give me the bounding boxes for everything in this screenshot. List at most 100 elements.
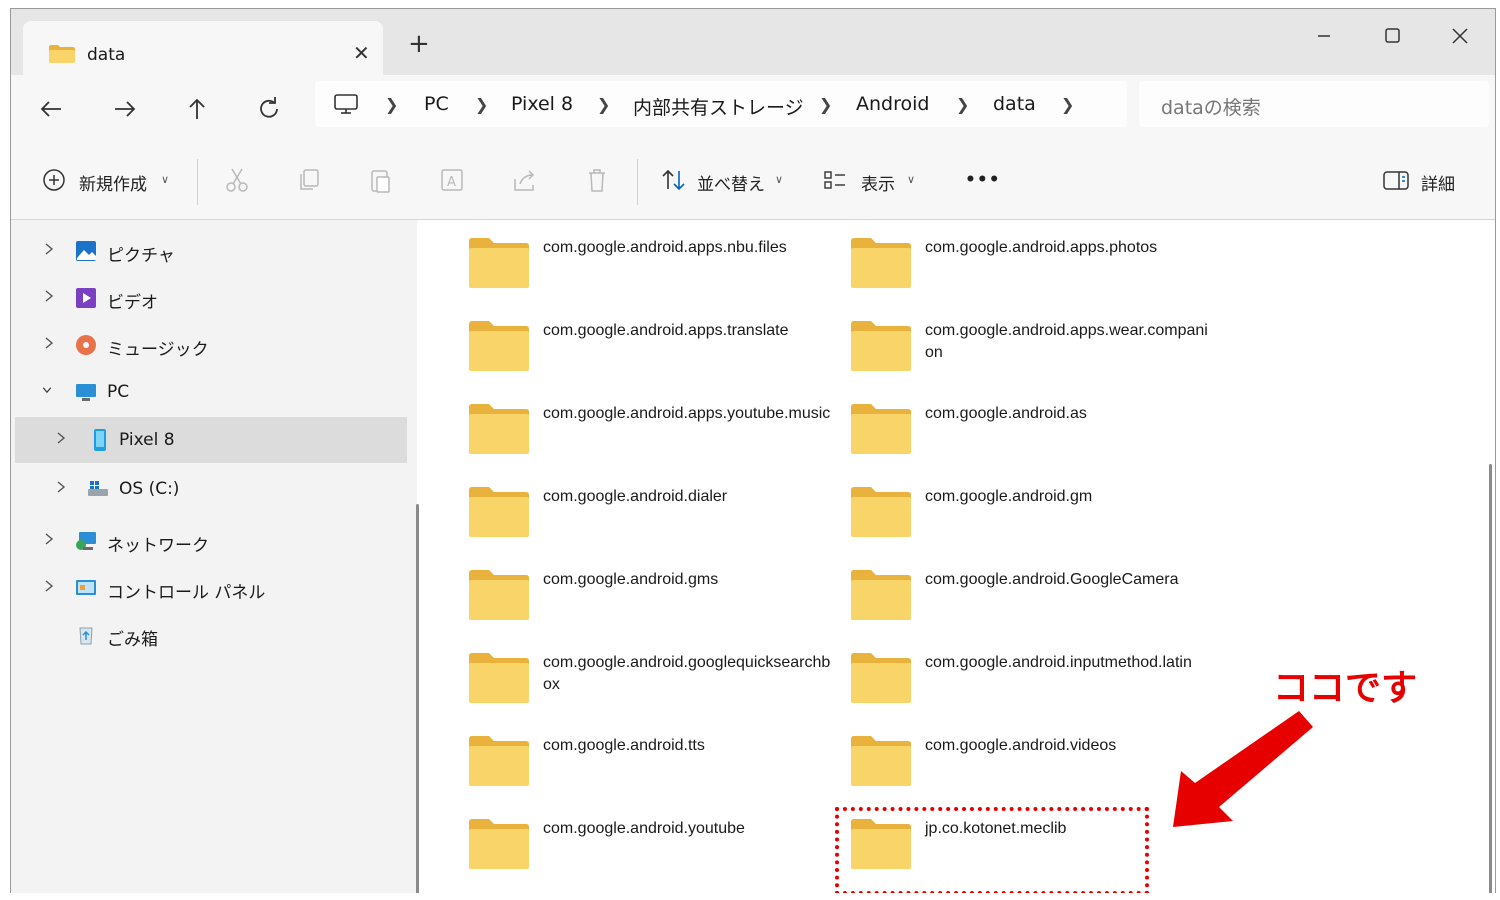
sidebar-item-music[interactable]: ミュージック bbox=[11, 322, 403, 368]
svg-text:A: A bbox=[447, 175, 456, 190]
control-panel-icon bbox=[76, 580, 96, 595]
sidebar-item-os-drive[interactable]: OS (C:) bbox=[11, 466, 403, 512]
folder-item[interactable]: com.google.android.GoogleCamera bbox=[849, 567, 1219, 637]
folder-icon bbox=[851, 238, 911, 288]
sidebar-item-label: ピクチャ bbox=[107, 246, 175, 266]
sidebar-item-pixel8[interactable]: Pixel 8 bbox=[15, 417, 407, 463]
divider bbox=[197, 159, 198, 205]
view-icon[interactable] bbox=[821, 165, 851, 195]
close-window-icon[interactable] bbox=[1440, 21, 1480, 51]
delete-icon[interactable] bbox=[583, 165, 611, 195]
sidebar-item-label: ミュージック bbox=[107, 340, 209, 360]
folder-item[interactable]: com.google.android.dialer bbox=[467, 484, 837, 554]
sidebar-item-label: OS (C:) bbox=[119, 479, 180, 499]
drive-icon bbox=[88, 481, 108, 496]
folder-item[interactable]: com.google.android.apps.nbu.files bbox=[467, 235, 837, 305]
folder-name: com.google.android.gms bbox=[543, 571, 719, 588]
new-tab-button[interactable]: + bbox=[408, 31, 430, 57]
chevron-right-icon[interactable] bbox=[43, 288, 55, 304]
phone-icon bbox=[94, 429, 106, 451]
content-scrollbar[interactable] bbox=[1489, 464, 1492, 893]
share-icon[interactable] bbox=[511, 165, 539, 195]
breadcrumb-android[interactable]: Android bbox=[856, 93, 929, 115]
chevron-down-icon[interactable] bbox=[41, 382, 53, 398]
folder-name: com.google.android.GoogleCamera bbox=[925, 571, 1179, 588]
forward-arrow-icon[interactable] bbox=[107, 91, 143, 127]
network-icon bbox=[76, 532, 96, 550]
divider bbox=[637, 159, 638, 205]
folder-item[interactable]: com.google.android.gms bbox=[467, 567, 837, 637]
breadcrumb-chevron-icon[interactable]: ❯ bbox=[1061, 95, 1074, 114]
folder-name: com.google.android.apps.nbu.files bbox=[543, 239, 787, 256]
sidebar-scrollbar[interactable] bbox=[416, 504, 419, 893]
sidebar-item-videos[interactable]: ビデオ bbox=[11, 275, 403, 321]
folder-item[interactable]: com.google.android.videos bbox=[849, 733, 1219, 803]
view-button[interactable]: 表示 bbox=[861, 170, 895, 195]
back-arrow-icon[interactable] bbox=[33, 91, 69, 127]
chevron-right-icon[interactable] bbox=[55, 430, 67, 446]
breadcrumb-chevron-icon: ❯ bbox=[819, 95, 833, 114]
annotation-arrow-icon bbox=[1173, 711, 1313, 827]
maximize-icon[interactable] bbox=[1372, 21, 1412, 51]
sort-button[interactable]: 並べ替え bbox=[697, 170, 765, 195]
chevron-down-icon[interactable]: ∨ bbox=[775, 173, 783, 186]
folder-name: com.google.android.googlequicksearchbox bbox=[543, 654, 831, 693]
new-plus-icon[interactable] bbox=[41, 165, 69, 195]
sidebar-item-network[interactable]: ネットワーク bbox=[11, 518, 403, 564]
chevron-right-icon[interactable] bbox=[43, 578, 55, 594]
folder-item[interactable]: com.google.android.apps.translate bbox=[467, 318, 837, 388]
sidebar-item-label: コントロール パネル bbox=[107, 583, 266, 603]
paste-icon[interactable] bbox=[367, 165, 395, 195]
music-icon bbox=[76, 335, 96, 355]
chevron-right-icon[interactable] bbox=[43, 531, 55, 547]
folder-item[interactable]: com.google.android.apps.youtube.music bbox=[467, 401, 837, 471]
rename-icon[interactable]: A bbox=[439, 165, 467, 195]
breadcrumb-pixel8[interactable]: Pixel 8 bbox=[511, 93, 573, 115]
minimize-icon[interactable] bbox=[1304, 21, 1344, 51]
folder-item[interactable]: com.google.android.inputmethod.latin bbox=[849, 650, 1219, 720]
copy-icon[interactable] bbox=[295, 165, 323, 195]
details-button[interactable]: 詳細 bbox=[1421, 170, 1455, 195]
tab-close-icon[interactable]: ✕ bbox=[353, 41, 370, 65]
chevron-right-icon[interactable] bbox=[43, 335, 55, 351]
folder-item[interactable]: com.google.android.tts bbox=[467, 733, 837, 803]
sidebar-item-label: Pixel 8 bbox=[119, 430, 175, 450]
folder-icon bbox=[469, 238, 529, 288]
sidebar-item-recycle-bin[interactable]: ごみ箱 bbox=[11, 612, 403, 658]
monitor-icon[interactable] bbox=[333, 91, 359, 117]
details-pane-icon[interactable] bbox=[1381, 165, 1411, 195]
chevron-right-icon[interactable] bbox=[55, 479, 67, 495]
up-arrow-icon[interactable] bbox=[179, 91, 215, 127]
folder-icon bbox=[851, 570, 911, 620]
chevron-right-icon[interactable] bbox=[43, 241, 55, 257]
search-placeholder: dataの検索 bbox=[1161, 97, 1261, 119]
tab-data[interactable]: data ✕ bbox=[23, 21, 383, 75]
refresh-icon[interactable] bbox=[251, 91, 287, 127]
folder-name: com.google.android.inputmethod.latin bbox=[925, 654, 1192, 671]
new-button[interactable]: 新規作成 bbox=[79, 170, 147, 195]
breadcrumb-chevron-icon: ❯ bbox=[475, 95, 489, 114]
chevron-down-icon[interactable]: ∨ bbox=[161, 173, 169, 186]
folder-item[interactable]: com.google.android.youtube bbox=[467, 816, 837, 886]
sidebar-item-pictures[interactable]: ピクチャ bbox=[11, 228, 403, 274]
sort-icon[interactable] bbox=[659, 165, 689, 195]
breadcrumb-chevron-icon: ❯ bbox=[956, 95, 970, 114]
sidebar-item-control-panel[interactable]: コントロール パネル bbox=[11, 565, 403, 611]
folder-item[interactable]: com.google.android.gm bbox=[849, 484, 1219, 554]
folder-item[interactable]: com.google.android.as bbox=[849, 401, 1219, 471]
folder-icon bbox=[49, 45, 75, 63]
folder-item[interactable]: com.google.android.apps.wear.companion bbox=[849, 318, 1219, 388]
breadcrumb-data[interactable]: data bbox=[993, 93, 1036, 115]
cut-icon[interactable] bbox=[223, 165, 251, 195]
search-input[interactable]: dataの検索 bbox=[1139, 81, 1489, 127]
folder-item[interactable]: com.google.android.apps.photos bbox=[849, 235, 1219, 305]
folder-item[interactable]: com.google.android.googlequicksearchbox bbox=[467, 650, 837, 720]
breadcrumb-internal-storage[interactable]: 内部共有ストレージ bbox=[633, 93, 804, 120]
sidebar-item-label: ごみ箱 bbox=[107, 630, 158, 650]
tab-title: data bbox=[87, 45, 126, 65]
folder-icon bbox=[851, 653, 911, 703]
chevron-down-icon[interactable]: ∨ bbox=[907, 173, 915, 186]
breadcrumb-pc[interactable]: PC bbox=[424, 93, 449, 115]
more-options-button[interactable]: ••• bbox=[965, 170, 1001, 190]
sidebar-item-pc[interactable]: PC bbox=[11, 369, 403, 415]
